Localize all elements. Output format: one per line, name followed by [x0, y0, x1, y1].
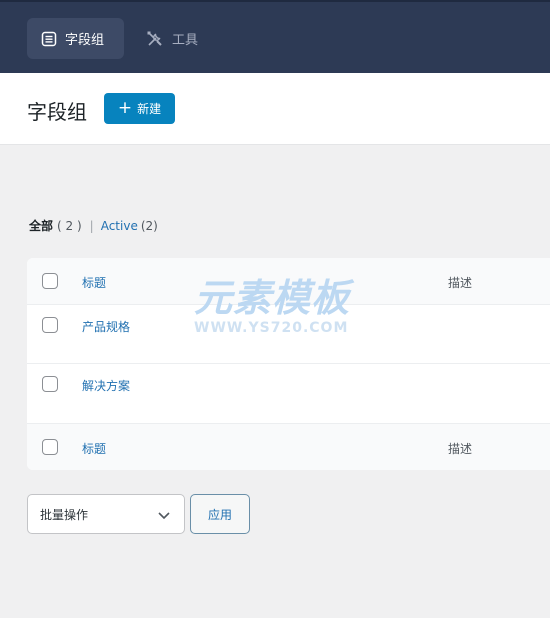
select-all-checkbox[interactable] [42, 273, 58, 289]
table-row: 解决方案 [27, 364, 550, 424]
filter-active-count: (2) [140, 218, 158, 233]
table-header-row: 标题 描述 [27, 258, 550, 305]
filter-active[interactable]: Active [101, 219, 138, 233]
filter-all[interactable]: 全部 [29, 217, 53, 234]
table-footer-row: 标题 描述 [27, 424, 550, 470]
tab-label: 工具 [172, 33, 199, 48]
column-description-header: 描述 [448, 276, 473, 290]
row-checkbox[interactable] [42, 376, 58, 392]
add-new-button[interactable]: + 新建 [104, 93, 175, 124]
tab-label: 字段组 [65, 33, 105, 48]
tab-tools[interactable]: 工具 [140, 18, 220, 59]
row-checkbox[interactable] [42, 317, 58, 333]
bulk-actions-select[interactable]: 批量操作 [27, 494, 185, 534]
page-title: 字段组 [27, 100, 87, 124]
bulk-actions-value: 批量操作 [40, 507, 89, 522]
select-all-checkbox-footer[interactable] [42, 439, 58, 455]
top-navigation-bar: 字段组 工具 [0, 0, 550, 73]
column-title-footer[interactable]: 标题 [82, 440, 106, 457]
column-title-header[interactable]: 标题 [82, 274, 106, 291]
row-title-link[interactable]: 解决方案 [82, 377, 130, 394]
plus-icon: + [117, 98, 133, 118]
tools-icon [146, 30, 172, 48]
field-groups-table: 标题 描述 产品规格 解决方案 标题 描述 [27, 258, 550, 470]
column-description-footer: 描述 [448, 442, 473, 456]
page-header: 字段组 + 新建 [0, 73, 550, 145]
tab-field-groups[interactable]: 字段组 [27, 18, 124, 59]
apply-button[interactable]: 应用 [190, 494, 250, 534]
row-title-link[interactable]: 产品规格 [82, 318, 130, 335]
status-filters: 全部 ( 2 ) | Active (2) [29, 217, 158, 234]
filter-separator: | [89, 218, 94, 233]
add-new-label: 新建 [137, 102, 162, 116]
chevron-down-icon [158, 509, 170, 523]
table-row: 产品规格 [27, 305, 550, 364]
filter-all-count: ( 2 ) [57, 218, 82, 233]
list-icon [41, 31, 65, 47]
